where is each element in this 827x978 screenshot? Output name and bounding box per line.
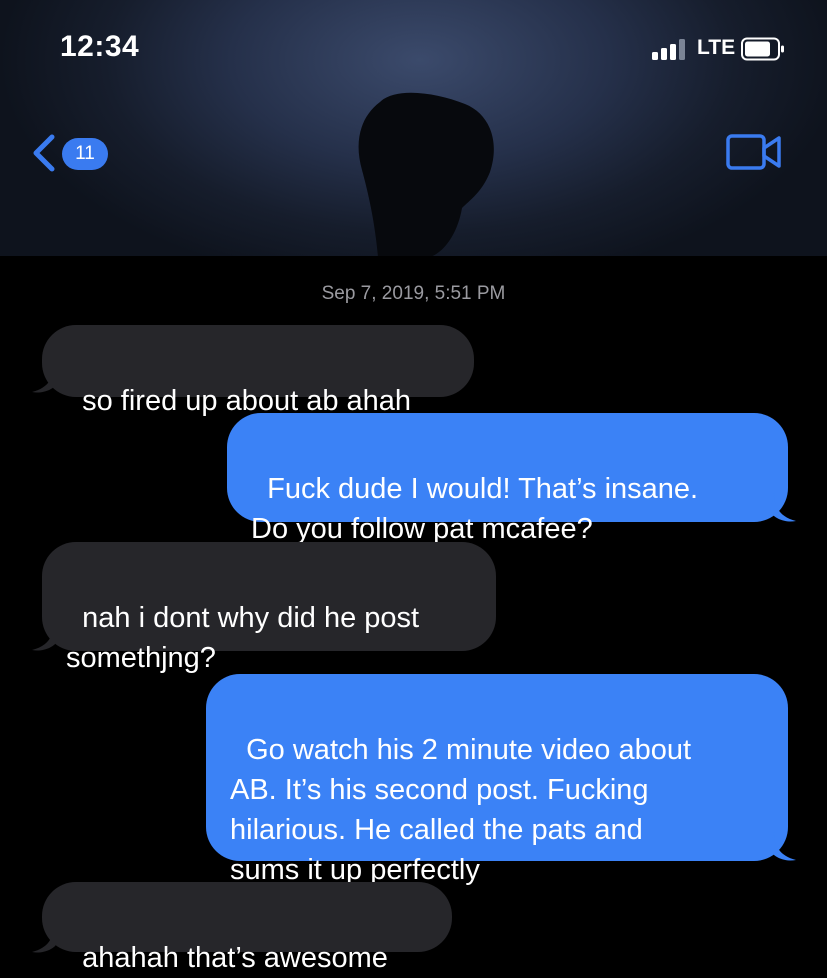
thread-timestamp: Sep 7, 2019, 5:51 PM: [321, 283, 506, 304]
conversation-header: 12:34 LTE 11: [0, 0, 827, 256]
message-bubble-outgoing[interactable]: Go watch his 2 minute video about AB. It…: [206, 674, 788, 886]
signal-icon: [652, 38, 692, 60]
message-text: Fuck dude I would! That’s insane. Do you…: [251, 473, 699, 545]
message-bubble-incoming[interactable]: so fired up about ab ahah: [42, 325, 474, 417]
network-type: LTE: [697, 36, 736, 59]
message-bubble-incoming[interactable]: nah i dont why did he post somethjng?: [42, 542, 496, 674]
status-time: 12:34: [60, 30, 140, 63]
contact-avatar[interactable]: [350, 82, 500, 256]
bubble-tail: [32, 622, 58, 651]
video-call-icon[interactable]: [726, 133, 782, 171]
unread-count-badge: 11: [62, 138, 108, 170]
battery-icon: [741, 37, 784, 61]
bubble-tail: [32, 924, 58, 953]
message-text: Go watch his 2 minute video about AB. It…: [230, 734, 692, 886]
message-text: ahahah that’s awesome: [82, 942, 388, 974]
bubble-tail: [770, 493, 796, 522]
message-text: nah i dont why did he post somethjng?: [66, 602, 420, 674]
message-bubble-outgoing[interactable]: Fuck dude I would! That’s insane. Do you…: [227, 413, 788, 545]
message-bubble-incoming[interactable]: ahahah that’s awesome: [42, 882, 452, 974]
bubble-tail: [32, 364, 58, 393]
bubble-tail: [770, 832, 796, 861]
